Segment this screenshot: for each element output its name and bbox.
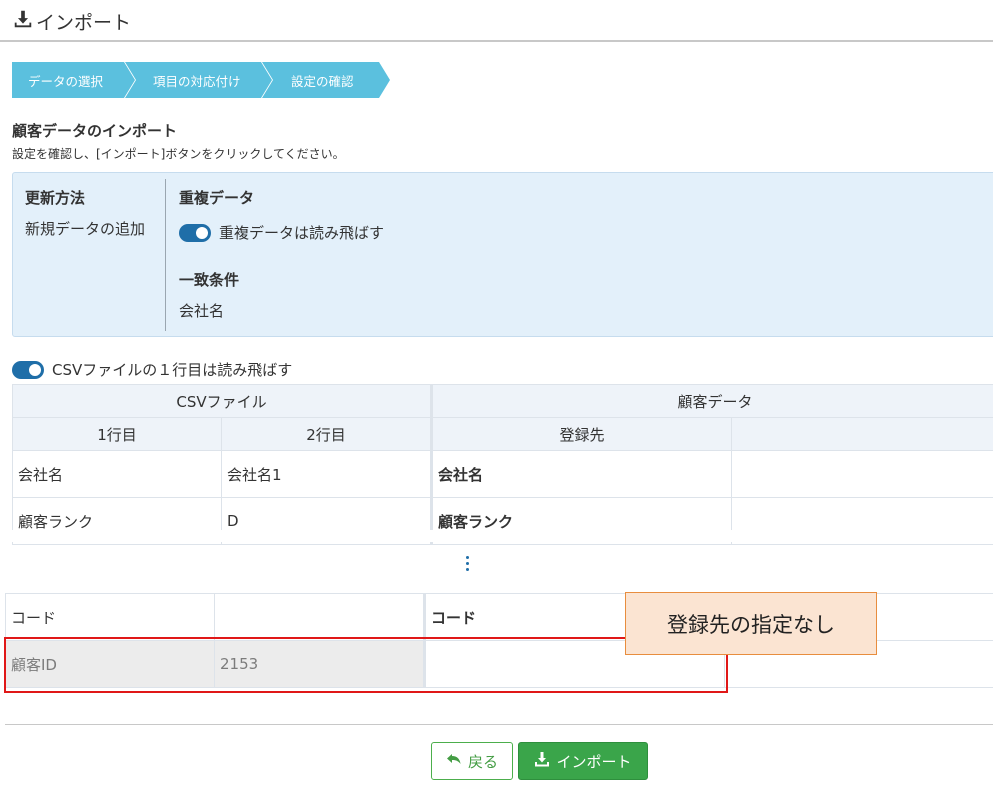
back-button-label: 戻る xyxy=(467,752,498,771)
page-title-wrap: インポート xyxy=(12,8,131,35)
destination-cell[interactable]: 会社名 xyxy=(430,450,733,498)
match-condition-value: 会社名 xyxy=(179,302,225,320)
row2-header: 2行目 xyxy=(220,417,433,451)
section-description: 設定を確認し、[インポート]ボタンをクリックしてください。 xyxy=(12,147,345,161)
download-icon xyxy=(12,8,34,35)
skip-first-row-toggle[interactable] xyxy=(12,360,44,379)
customer-data-header: 顧客データ xyxy=(430,384,993,418)
callout-note: 登録先の指定なし xyxy=(625,592,877,655)
import-button-label: インポート xyxy=(556,752,632,771)
extra-cell xyxy=(731,450,993,498)
step-field-mapping[interactable]: 項目の対応付け xyxy=(125,62,272,98)
row1-cell: 会社名 xyxy=(12,450,222,498)
vertical-ellipsis-icon xyxy=(466,556,470,574)
section-title: 顧客データのインポート xyxy=(12,122,178,140)
step-data-select[interactable]: データの選択 xyxy=(12,62,135,98)
panel-divider xyxy=(165,179,166,331)
update-method-value: 新規データの追加 xyxy=(25,220,146,238)
skip-first-row-label: CSVファイルの１行目は読み飛ばす xyxy=(52,361,293,379)
row1-cell: コード xyxy=(5,593,215,641)
empty-header xyxy=(731,417,993,451)
table-cutoff xyxy=(0,530,993,542)
update-method-label: 更新方法 xyxy=(25,189,86,207)
import-button[interactable]: インポート xyxy=(518,742,648,780)
wizard-steps: データの選択 項目の対応付け 設定の確認 xyxy=(12,62,390,98)
row2-cell: 会社名1 xyxy=(220,450,433,498)
footer-divider xyxy=(5,724,993,725)
match-condition-label: 一致条件 xyxy=(179,271,240,289)
row1-header: 1行目 xyxy=(12,417,222,451)
duplicate-toggle[interactable] xyxy=(179,223,211,242)
reply-arrow-icon xyxy=(446,751,462,771)
row2-cell xyxy=(214,593,425,641)
skip-first-row-row[interactable]: CSVファイルの１行目は読み飛ばす xyxy=(12,359,292,380)
table-row: 会社名 会社名1 会社名 xyxy=(12,450,993,498)
download-icon xyxy=(534,751,550,771)
back-button[interactable]: 戻る xyxy=(431,742,513,780)
highlight-box xyxy=(4,637,728,693)
csv-file-header: CSVファイル xyxy=(11,384,433,418)
duplicate-toggle-label: 重複データは読み飛ばす xyxy=(219,224,385,242)
settings-panel: 更新方法 新規データの追加 重複データ 重複データは読み飛ばす 一致条件 会社名 xyxy=(12,172,993,337)
mapping-table: CSVファイル 顧客データ 1行目 2行目 登録先 会社名 会社名1 会社名 顧… xyxy=(11,384,993,545)
destination-header: 登録先 xyxy=(430,417,733,451)
duplicate-toggle-row[interactable]: 重複データは読み飛ばす xyxy=(179,222,384,243)
duplicate-label: 重複データ xyxy=(179,189,255,207)
step-confirm[interactable]: 設定の確認 xyxy=(262,62,390,98)
page-header: インポート xyxy=(0,0,993,42)
page-title: インポート xyxy=(36,12,132,34)
